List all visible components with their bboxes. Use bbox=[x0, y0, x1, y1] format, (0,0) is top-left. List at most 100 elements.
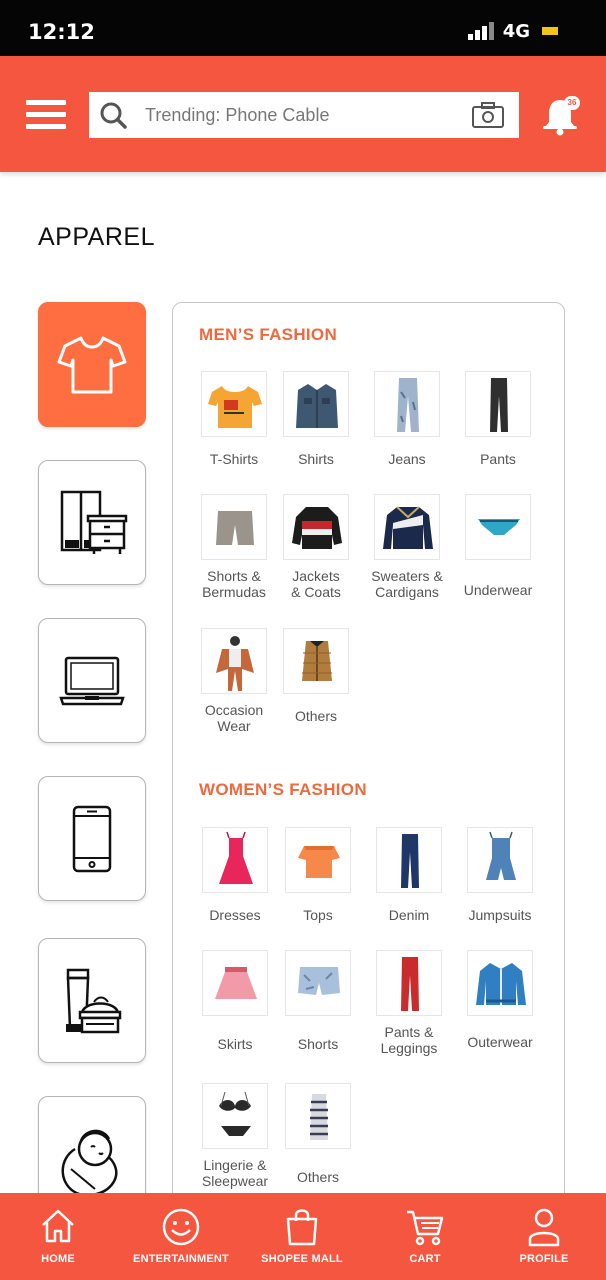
nav-label: HOME bbox=[41, 1253, 75, 1265]
product-thumbnail bbox=[376, 827, 442, 893]
category-laptops[interactable] bbox=[38, 618, 146, 743]
subcategory-item[interactable]: Shirts bbox=[270, 371, 362, 467]
subcategory-label: Underwear bbox=[463, 582, 533, 598]
nav-label: CART bbox=[409, 1253, 441, 1265]
furniture-icon bbox=[60, 490, 128, 554]
subcategory-item[interactable]: Shorts bbox=[272, 950, 364, 1052]
menu-icon[interactable] bbox=[26, 100, 66, 130]
subcategory-item[interactable]: Sweaters & Cardigans bbox=[361, 494, 453, 600]
nav-shopee-mall[interactable]: SHOPEE MALL bbox=[242, 1193, 362, 1280]
subcategory-panel: MEN’S FASHION T-Shirts Shirts Jeans Pant… bbox=[172, 302, 565, 1202]
subcategory-label: Dresses bbox=[209, 907, 261, 923]
product-thumbnail bbox=[202, 827, 268, 893]
category-apparel[interactable] bbox=[38, 302, 146, 427]
product-thumbnail bbox=[285, 827, 351, 893]
search-icon bbox=[100, 102, 127, 129]
subcategory-label: Jackets & Coats bbox=[291, 568, 341, 600]
profile-icon bbox=[528, 1208, 560, 1247]
subcategory-item[interactable]: Tops bbox=[272, 827, 364, 923]
subcategory-item[interactable]: Occasion Wear bbox=[188, 628, 280, 734]
page-title: APPAREL bbox=[38, 223, 155, 251]
smartphone-icon bbox=[72, 805, 112, 872]
subcategory-label: Shirts bbox=[298, 451, 334, 467]
subcategory-label: Pants & Leggings bbox=[380, 1024, 438, 1056]
subcategory-item[interactable]: Jackets & Coats bbox=[270, 494, 362, 600]
subcategory-item[interactable]: Denim bbox=[363, 827, 455, 923]
product-thumbnail bbox=[467, 827, 533, 893]
notification-bell[interactable]: 36 bbox=[540, 94, 584, 136]
product-thumbnail bbox=[201, 371, 267, 437]
subcategory-item[interactable]: Others bbox=[272, 1083, 364, 1185]
subcategory-item[interactable]: Outerwear bbox=[454, 950, 546, 1050]
subcategory-label: Tops bbox=[303, 907, 333, 923]
product-thumbnail bbox=[201, 494, 267, 560]
subcategory-item[interactable]: Skirts bbox=[189, 950, 281, 1052]
shopping-bag-icon bbox=[286, 1209, 318, 1246]
subcategory-item[interactable]: T-Shirts bbox=[188, 371, 280, 467]
notification-badge: 36 bbox=[564, 96, 580, 110]
nav-label: PROFILE bbox=[519, 1253, 569, 1265]
subcategory-label: Pants bbox=[480, 451, 516, 467]
subcategory-label: T-Shirts bbox=[209, 451, 259, 467]
subcategory-item[interactable]: Jeans bbox=[361, 371, 453, 467]
subcategory-label: Jumpsuits bbox=[468, 907, 532, 923]
bottom-nav: HOME ENTERTAINMENT SHOPEE MALL CART PROF… bbox=[0, 1193, 606, 1280]
product-thumbnail bbox=[374, 494, 440, 560]
cosmetics-icon bbox=[66, 968, 122, 1033]
search-input[interactable] bbox=[145, 100, 465, 130]
product-thumbnail bbox=[202, 1083, 268, 1149]
section-title-womens: WOMEN’S FASHION bbox=[199, 780, 367, 799]
category-beauty[interactable] bbox=[38, 938, 146, 1063]
laptop-icon bbox=[59, 656, 125, 705]
product-thumbnail bbox=[374, 371, 440, 437]
product-thumbnail bbox=[465, 371, 531, 437]
subcategory-item[interactable]: Shorts & Bermudas bbox=[188, 494, 280, 600]
nav-label: ENTERTAINMENT bbox=[133, 1253, 229, 1265]
baby-icon bbox=[61, 1129, 118, 1196]
category-furniture[interactable] bbox=[38, 460, 146, 585]
product-thumbnail bbox=[201, 628, 267, 694]
cart-icon bbox=[407, 1210, 444, 1246]
subcategory-item[interactable]: Others bbox=[270, 628, 362, 724]
subcategory-item[interactable]: Lingerie & Sleepwear bbox=[189, 1083, 281, 1189]
camera-icon[interactable] bbox=[471, 102, 505, 130]
subcategory-item[interactable]: Underwear bbox=[452, 494, 544, 598]
search-bar[interactable] bbox=[89, 92, 519, 138]
subcategory-item[interactable]: Jumpsuits bbox=[454, 827, 546, 923]
nav-profile[interactable]: PROFILE bbox=[484, 1193, 604, 1280]
signal-icon bbox=[468, 22, 494, 40]
home-icon bbox=[42, 1209, 74, 1243]
subcategory-item[interactable]: Dresses bbox=[189, 827, 281, 923]
product-thumbnail bbox=[283, 494, 349, 560]
subcategory-label: Shorts bbox=[297, 1036, 339, 1052]
section-title-mens: MEN’S FASHION bbox=[199, 325, 338, 344]
status-bar: 12:12 4G bbox=[0, 0, 606, 56]
subcategory-label: Lingerie & Sleepwear bbox=[201, 1157, 269, 1189]
smiley-icon bbox=[162, 1208, 200, 1246]
category-mobiles[interactable] bbox=[38, 776, 146, 901]
subcategory-label: Others bbox=[296, 1169, 339, 1185]
product-thumbnail bbox=[283, 628, 349, 694]
product-thumbnail bbox=[285, 950, 351, 1016]
product-thumbnail bbox=[202, 950, 268, 1016]
subcategory-label: Outerwear bbox=[467, 1034, 533, 1050]
product-thumbnail bbox=[285, 1083, 351, 1149]
nav-home[interactable]: HOME bbox=[0, 1193, 118, 1280]
product-thumbnail bbox=[283, 371, 349, 437]
subcategory-label: Denim bbox=[388, 907, 430, 923]
subcategory-label: Sweaters & Cardigans bbox=[371, 568, 443, 600]
product-thumbnail bbox=[467, 950, 533, 1016]
product-thumbnail bbox=[465, 494, 531, 560]
product-thumbnail bbox=[376, 950, 442, 1016]
battery-icon bbox=[542, 27, 558, 35]
tshirt-icon bbox=[57, 336, 127, 393]
network-type: 4G bbox=[502, 21, 530, 42]
subcategory-item[interactable]: Pants bbox=[452, 371, 544, 467]
subcategory-label: Jeans bbox=[388, 451, 426, 467]
nav-cart[interactable]: CART bbox=[365, 1193, 485, 1280]
subcategory-item[interactable]: Pants & Leggings bbox=[363, 950, 455, 1056]
status-time: 12:12 bbox=[28, 20, 95, 44]
subcategory-label: Skirts bbox=[217, 1036, 253, 1052]
nav-entertainment[interactable]: ENTERTAINMENT bbox=[121, 1193, 241, 1280]
subcategory-label: Occasion Wear bbox=[204, 702, 264, 734]
